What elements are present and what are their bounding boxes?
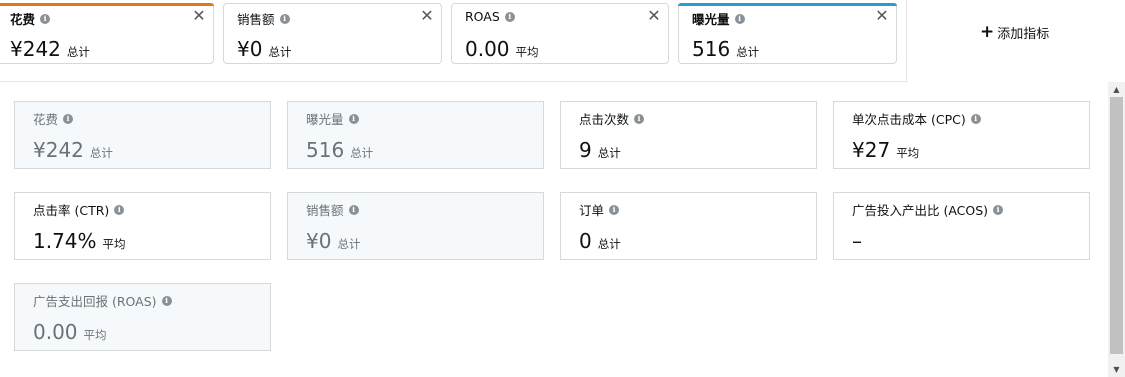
metric-card-value: 0.00 bbox=[465, 37, 510, 61]
info-icon[interactable]: i bbox=[993, 204, 1004, 215]
metric-card-spend[interactable]: 花费 i ¥242 总计 ✕ bbox=[0, 3, 214, 64]
scroll-down-arrow-icon[interactable]: ▼ bbox=[1108, 362, 1125, 377]
metric-tile-label: 广告投入产出比 (ACOS) bbox=[852, 203, 989, 218]
info-icon[interactable]: i bbox=[609, 204, 620, 215]
metric-tile-cpc[interactable]: 单次点击成本 (CPC) i ¥27 平均 bbox=[833, 101, 1090, 169]
info-icon[interactable]: i bbox=[734, 13, 745, 24]
metric-tile-unit: 总计 bbox=[597, 237, 621, 251]
metric-card-label: 曝光量 bbox=[692, 12, 730, 27]
metric-tile-value: 0 bbox=[579, 229, 592, 253]
metric-card-sales[interactable]: 销售额 i ¥0 总计 ✕ bbox=[223, 3, 442, 64]
metric-tile-value: 1.74% bbox=[33, 229, 97, 253]
add-metric-label: 添加指标 bbox=[997, 27, 1050, 42]
metric-tile-label: 广告支出回报 (ROAS) bbox=[33, 294, 157, 309]
metric-card-value: ¥242 bbox=[10, 37, 61, 61]
metric-tile-acos[interactable]: 广告投入产出比 (ACOS) i – bbox=[833, 192, 1090, 260]
info-icon[interactable]: i bbox=[970, 113, 981, 124]
metric-card-label: 花费 bbox=[10, 12, 36, 27]
metric-tile-value: ¥0 bbox=[306, 229, 332, 253]
metric-card-label: ROAS bbox=[465, 9, 500, 24]
metric-tile-label: 点击率 (CTR) bbox=[33, 203, 110, 218]
metric-card-value: 516 bbox=[692, 37, 731, 61]
metric-tile-clicks[interactable]: 点击次数 i 9 总计 bbox=[560, 101, 817, 169]
scrollbar-thumb[interactable] bbox=[1110, 97, 1123, 354]
metric-card-roas[interactable]: ROAS i 0.00 平均 ✕ bbox=[451, 3, 669, 64]
metric-tile-value: ¥27 bbox=[852, 138, 891, 162]
metric-tile-unit: 平均 bbox=[896, 146, 920, 160]
metric-tile-value: 9 bbox=[579, 138, 592, 162]
selected-metrics-bar: 花费 i ¥242 总计 ✕ 销售额 i ¥0 总计 ✕ ROAS i 0.00… bbox=[0, 0, 907, 82]
metric-tile-unit: 平均 bbox=[102, 237, 126, 251]
metric-card-unit: 平均 bbox=[515, 45, 539, 59]
add-metric-button[interactable]: + 添加指标 bbox=[980, 22, 1050, 43]
metric-tile-label: 曝光量 bbox=[306, 112, 344, 127]
info-icon[interactable]: i bbox=[161, 295, 172, 306]
metric-tile-label: 单次点击成本 (CPC) bbox=[852, 112, 966, 127]
metric-card-accent bbox=[0, 3, 214, 6]
metric-tile-unit: 平均 bbox=[83, 328, 107, 342]
metric-tile-value: ¥242 bbox=[33, 138, 84, 162]
metric-tile-label: 点击次数 bbox=[579, 112, 630, 127]
close-icon[interactable]: ✕ bbox=[420, 8, 434, 24]
metrics-panel: 花费 i ¥242 总计 ✕ 销售额 i ¥0 总计 ✕ ROAS i 0.00… bbox=[0, 0, 1125, 377]
metric-tile-unit: 总计 bbox=[337, 237, 361, 251]
info-icon[interactable]: i bbox=[348, 204, 359, 215]
close-icon[interactable]: ✕ bbox=[192, 8, 206, 24]
metric-tile-ctr[interactable]: 点击率 (CTR) i 1.74% 平均 bbox=[14, 192, 271, 260]
metric-card-label: 销售额 bbox=[237, 12, 275, 27]
metric-tile-label: 花费 bbox=[33, 112, 59, 127]
info-icon[interactable]: i bbox=[279, 13, 290, 24]
metric-tile-unit: 总计 bbox=[350, 146, 374, 160]
metric-card-unit: 总计 bbox=[736, 45, 760, 59]
metric-tile-label: 销售额 bbox=[306, 203, 344, 218]
close-icon[interactable]: ✕ bbox=[875, 8, 889, 24]
metric-tile-orders[interactable]: 订单 i 0 总计 bbox=[560, 192, 817, 260]
scroll-up-arrow-icon[interactable]: ▲ bbox=[1108, 82, 1125, 97]
metric-tile-label: 订单 bbox=[579, 203, 605, 218]
metric-tile-value: 0.00 bbox=[33, 320, 78, 344]
info-icon[interactable]: i bbox=[40, 13, 51, 24]
metric-card-value: ¥0 bbox=[237, 37, 263, 61]
metric-card-unit: 总计 bbox=[66, 45, 90, 59]
info-icon[interactable]: i bbox=[63, 113, 74, 124]
metric-card-unit: 总计 bbox=[268, 45, 292, 59]
metric-tile-roas[interactable]: 广告支出回报 (ROAS) i 0.00 平均 bbox=[14, 283, 271, 351]
metric-tile-value: 516 bbox=[306, 138, 345, 162]
info-icon[interactable]: i bbox=[114, 204, 125, 215]
metric-tile-sales[interactable]: 销售额 i ¥0 总计 bbox=[287, 192, 544, 260]
metric-tile-unit: 总计 bbox=[89, 146, 113, 160]
metric-tile-impressions[interactable]: 曝光量 i 516 总计 bbox=[287, 101, 544, 169]
plus-icon: + bbox=[980, 22, 995, 42]
close-icon[interactable]: ✕ bbox=[647, 8, 661, 24]
metric-tile-spend[interactable]: 花费 i ¥242 总计 bbox=[14, 101, 271, 169]
metric-tile-unit: 总计 bbox=[597, 146, 621, 160]
info-icon[interactable]: i bbox=[348, 113, 359, 124]
metric-card-impressions[interactable]: 曝光量 i 516 总计 ✕ bbox=[678, 3, 897, 64]
metric-tile-value: – bbox=[852, 229, 862, 253]
info-icon[interactable]: i bbox=[504, 11, 515, 22]
info-icon[interactable]: i bbox=[634, 113, 645, 124]
metric-card-accent bbox=[678, 3, 897, 6]
